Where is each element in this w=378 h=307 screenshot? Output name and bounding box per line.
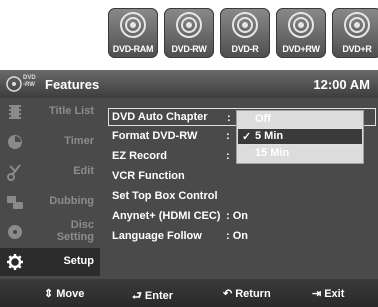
return-icon: ↶ <box>223 288 233 300</box>
clock: 12:00 AM <box>313 77 370 92</box>
dropdown-option-off[interactable]: Off <box>237 111 363 128</box>
disc-label: DVD-R <box>231 44 259 54</box>
disc-label: DVD-RAM <box>112 44 154 54</box>
exit-icon: ⇥ <box>312 288 322 300</box>
menu-row-label: Language Follow <box>112 230 202 242</box>
disc-icon <box>120 12 146 38</box>
menu-row-value: : On <box>226 210 248 222</box>
title-list-icon <box>9 105 21 119</box>
disc-icon-dvd-r: DVD-R <box>220 8 270 58</box>
enter-icon: ⮐ <box>132 290 142 302</box>
auto-chapter-dropdown: Off ✓ 5 Min 15 Min <box>236 110 364 164</box>
sidebar-item-setup[interactable]: Setup <box>0 248 100 276</box>
disc-icon <box>288 12 314 38</box>
exit-hint: ⇥ Exit <box>312 287 344 300</box>
menu-row-value: : <box>226 130 230 142</box>
menu-row-language-follow[interactable]: Language Follow : On <box>108 227 376 245</box>
sidebar-item-label-line2: Setting <box>56 231 94 243</box>
disc-badge-top: DVD <box>23 75 36 81</box>
gear-icon <box>7 254 23 270</box>
sidebar-item-label: Disc Setting <box>57 219 94 243</box>
dropdown-option-label: Off <box>255 113 271 125</box>
header-bar: DVD -RW Features 12:00 AM <box>0 70 378 98</box>
enter-label: Enter <box>144 290 174 302</box>
disc-icon <box>176 12 202 38</box>
disc-icon-dvd-plus-rw: DVD+RW <box>276 8 326 58</box>
return-hint: ↶ Return <box>223 287 271 300</box>
page-title: Features <box>45 77 100 92</box>
menu-row-label: DVD Auto Chapter <box>112 111 208 123</box>
footer-help-bar: ⇕ Move ⮐ Enter ↶ Return ⇥ Exit <box>0 279 378 307</box>
sidebar-item-label: Setup <box>63 255 94 267</box>
move-icon: ⇕ <box>44 288 54 300</box>
dropdown-option-label: 15 Min <box>255 147 290 159</box>
disc-setting-icon <box>8 225 22 239</box>
disc-label: DVD+R <box>342 44 372 54</box>
sidebar-item-timer[interactable]: Timer <box>0 128 100 156</box>
menu-row-set-top-box-control[interactable]: Set Top Box Control <box>108 187 376 205</box>
menu-row-value: : On <box>226 230 248 242</box>
disc-icon-dvd-rw: DVD-RW <box>164 8 214 58</box>
menu-row-value: : <box>226 150 230 162</box>
menu-row-value: : <box>227 112 231 124</box>
dubbing-icon <box>7 196 23 209</box>
menu-row-anynet-hdmi-cec[interactable]: Anynet+ (HDMI CEC) : On <box>108 207 376 225</box>
sidebar: Title List Timer Edit Dubbing Disc Setti… <box>0 98 100 276</box>
menu-row-label: Set Top Box Control <box>112 190 218 202</box>
sidebar-item-disc-setting[interactable]: Disc Setting <box>0 218 100 246</box>
menu-row-label: VCR Function <box>112 170 185 182</box>
scissors-icon <box>7 164 21 181</box>
menu-row-label: Anynet+ (HDMI CEC) <box>112 210 221 222</box>
disc-icon <box>344 12 370 38</box>
disc-type-icons: DVD-RAM DVD-RW DVD-R DVD+RW DVD+R <box>108 8 378 60</box>
enter-hint: ⮐ Enter <box>132 287 173 306</box>
menu-row-vcr-function[interactable]: VCR Function <box>108 167 376 185</box>
move-hint: ⇕ Move <box>44 287 84 300</box>
disc-label: DVD-RW <box>171 44 207 54</box>
disc-badge: DVD -RW <box>23 75 36 89</box>
dropdown-option-5-min[interactable]: ✓ 5 Min <box>237 128 363 145</box>
disc-label: DVD+RW <box>282 44 320 54</box>
disc-badge-bottom: -RW <box>23 82 35 88</box>
disc-icon <box>6 76 22 92</box>
sidebar-item-label: Dubbing <box>49 195 94 207</box>
menu-row-label: EZ Record <box>112 150 168 162</box>
onscreen-menu: DVD -RW Features 12:00 AM Title List Tim… <box>0 70 378 307</box>
sidebar-item-title-list[interactable]: Title List <box>0 98 100 126</box>
disc-icon-dvd-ram: DVD-RAM <box>108 8 158 58</box>
dropdown-option-15-min[interactable]: 15 Min <box>237 145 363 162</box>
sidebar-item-label: Timer <box>64 135 94 147</box>
sidebar-item-dubbing[interactable]: Dubbing <box>0 188 100 216</box>
dropdown-option-label: 5 Min <box>255 130 284 142</box>
sidebar-item-edit[interactable]: Edit <box>0 158 100 186</box>
sidebar-item-label: Title List <box>48 105 94 117</box>
checkmark-icon: ✓ <box>242 131 252 143</box>
timer-icon <box>8 135 22 149</box>
disc-icon <box>232 12 258 38</box>
disc-icon-dvd-plus-r: DVD+R <box>332 8 378 58</box>
sidebar-item-label-line1: Disc <box>70 219 94 231</box>
exit-label: Exit <box>324 288 345 300</box>
menu-row-label: Format DVD-RW <box>112 130 198 142</box>
move-label: Move <box>56 288 85 300</box>
sidebar-item-label: Edit <box>73 165 94 177</box>
return-label: Return <box>235 288 271 300</box>
